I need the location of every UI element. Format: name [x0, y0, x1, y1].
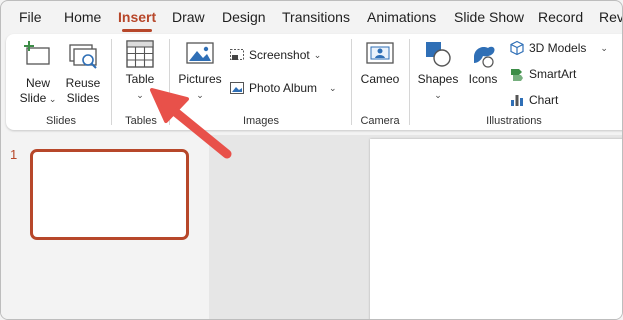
screenshot-icon	[230, 49, 244, 60]
active-tab-indicator	[122, 29, 152, 32]
new-slide-icon	[24, 41, 50, 65]
table-icon	[126, 40, 154, 68]
tab-file[interactable]: File	[19, 9, 42, 25]
reuse-slides-icon	[69, 44, 97, 69]
group-label-tables: Tables	[125, 115, 157, 127]
cameo-icon	[366, 42, 394, 64]
tab-design[interactable]: Design	[222, 9, 266, 25]
chevron-down-icon: ⌄	[136, 90, 144, 100]
slide-canvas[interactable]	[370, 139, 622, 319]
new-slide-button[interactable]: New Slide ⌄	[17, 39, 59, 107]
chevron-down-icon: ⌄	[329, 82, 337, 93]
shapes-icon	[426, 42, 451, 67]
group-divider	[351, 39, 352, 125]
3d-models-button[interactable]: 3D Models ⌄	[509, 38, 608, 58]
tab-home[interactable]: Home	[64, 9, 101, 25]
group-divider	[111, 39, 112, 125]
table-button[interactable]: Table ⌄	[119, 39, 161, 103]
group-label-illustrations: Illustrations	[486, 115, 542, 127]
chevron-down-icon: ⌄	[313, 49, 322, 60]
photo-album-icon	[230, 82, 244, 94]
group-divider	[169, 39, 170, 125]
shapes-button[interactable]: Shapes ⌄	[416, 39, 460, 103]
group-divider	[409, 39, 410, 125]
smartart-button[interactable]: SmartArt	[509, 64, 576, 84]
cube-icon	[510, 40, 524, 56]
reuse-slides-button[interactable]: Reuse Slides	[63, 39, 103, 106]
group-label-images: Images	[242, 115, 280, 127]
screenshot-button[interactable]: Screenshot ⌄	[229, 45, 321, 65]
tab-record[interactable]: Record	[538, 9, 583, 25]
chevron-down-icon: ⌄	[196, 90, 204, 100]
tab-review[interactable]: Revi	[599, 9, 622, 25]
cameo-button[interactable]: Cameo	[359, 39, 401, 87]
smartart-icon	[511, 69, 523, 81]
icons-icon	[474, 46, 495, 68]
group-label-camera: Camera	[360, 115, 400, 127]
group-label-slides: Slides	[46, 115, 76, 127]
tab-insert[interactable]: Insert	[118, 9, 156, 25]
tab-slide-show[interactable]: Slide Show	[454, 9, 524, 25]
tab-draw[interactable]: Draw	[172, 9, 205, 25]
pictures-button[interactable]: Pictures ⌄	[177, 39, 223, 103]
ribbon-tabs: File Home Insert Draw Design Transitions…	[1, 1, 622, 33]
powerpoint-window: File Home Insert Draw Design Transitions…	[0, 0, 623, 320]
chart-icon	[511, 95, 523, 106]
chevron-down-icon: ⌄	[46, 94, 57, 104]
slide-thumbnail[interactable]	[30, 149, 189, 240]
photo-album-button[interactable]: Photo Album ⌄	[229, 78, 337, 98]
chevron-down-icon: ⌄	[434, 90, 442, 100]
chevron-down-icon: ⌄	[600, 42, 608, 53]
tab-animations[interactable]: Animations	[367, 9, 436, 25]
slide-number: 1	[10, 147, 18, 162]
icons-button[interactable]: Icons	[464, 39, 502, 87]
pictures-icon	[186, 42, 214, 64]
tab-transitions[interactable]: Transitions	[282, 9, 350, 25]
chart-button[interactable]: Chart	[509, 90, 558, 110]
